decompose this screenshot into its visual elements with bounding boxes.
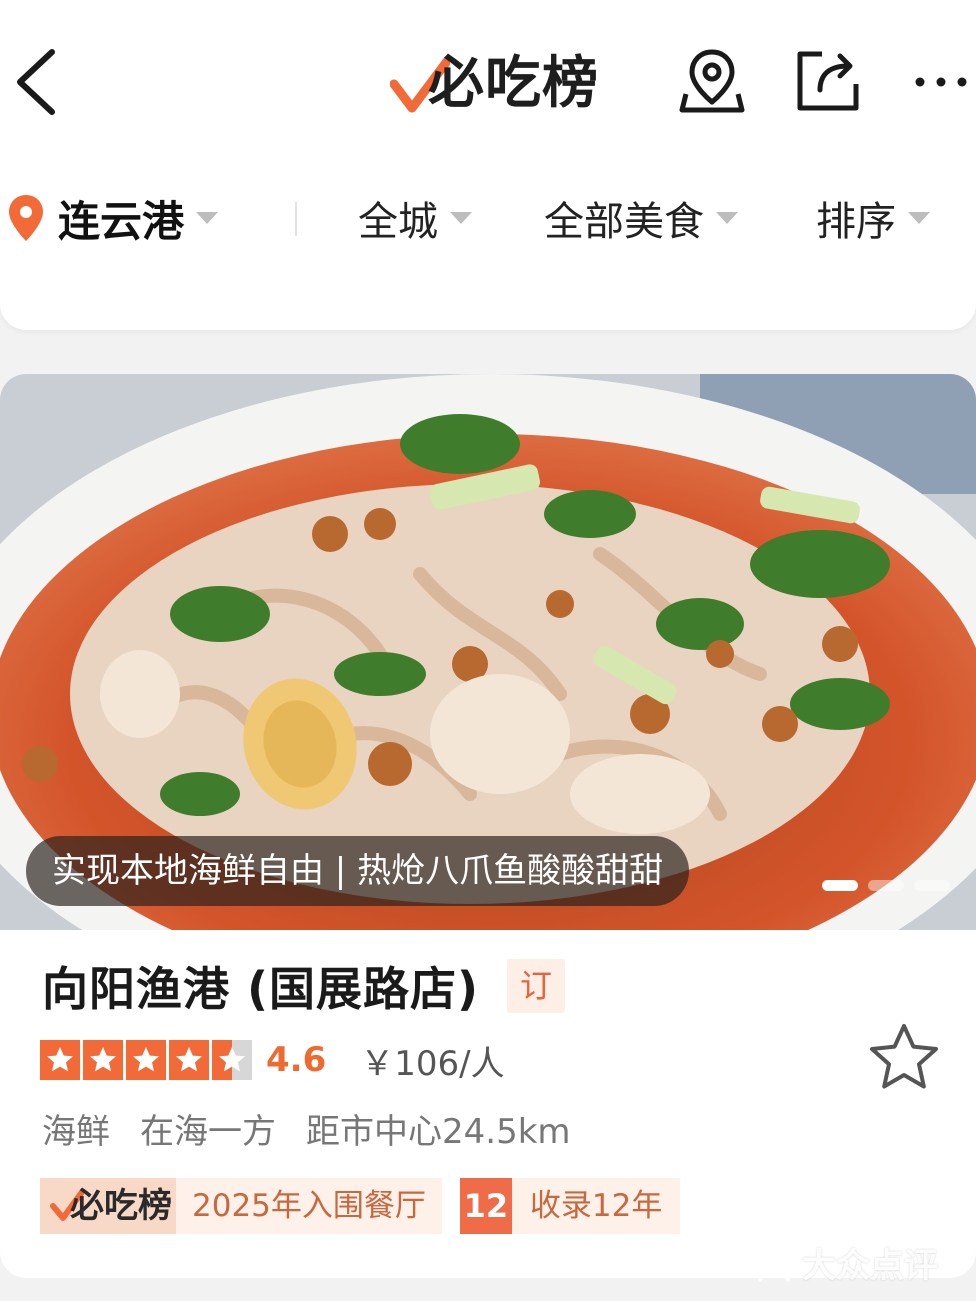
- city-label: 连云港: [58, 196, 185, 246]
- more-button[interactable]: [906, 44, 976, 116]
- star-rating: [40, 1040, 252, 1080]
- star-icon: [40, 1040, 80, 1080]
- dianping-watermark: 大众点评: [752, 1238, 938, 1286]
- distance-label: 距市中心24.5km: [306, 1111, 571, 1152]
- category-filter-label: 全部美食: [544, 199, 704, 245]
- filter-bar: 连云港 全城 全部美食 排序: [0, 180, 976, 256]
- filter-divider: [295, 202, 297, 236]
- rating-row: 4.6 ￥106/人: [40, 1038, 505, 1084]
- shop-name[interactable]: 向阳渔港 (国展路店): [42, 953, 479, 1019]
- page: 必吃榜 连云港 全城 全部美食 排序 实现本地海鲜自由 | 热炝八爪鱼酸酸甜甜 …: [0, 0, 976, 1301]
- chevron-left-icon: [17, 49, 55, 115]
- bichi-list-tag-logo-text: 必吃榜: [70, 1186, 172, 1226]
- sort-filter[interactable]: 排序: [816, 180, 930, 256]
- favorite-button[interactable]: [866, 1020, 942, 1096]
- area-filter[interactable]: 全城: [358, 180, 472, 256]
- back-button[interactable]: [8, 42, 68, 122]
- bichi-list-logo: 必吃榜: [390, 48, 600, 120]
- map-button[interactable]: [676, 44, 748, 116]
- years-tag: 12 收录12年: [459, 1178, 681, 1234]
- star-icon: [126, 1040, 166, 1080]
- star-outline-icon: [870, 1024, 938, 1089]
- photo-caption: 实现本地海鲜自由 | 热炝八爪鱼酸酸甜甜: [26, 836, 690, 906]
- reserve-badge: 订: [507, 959, 566, 1013]
- shop-photo[interactable]: 实现本地海鲜自由 | 热炝八爪鱼酸酸甜甜: [0, 374, 976, 930]
- price-per-person: ￥106/人: [360, 1043, 505, 1084]
- carousel-dot: [914, 880, 950, 891]
- more-icon: [915, 77, 967, 87]
- nav-bar: 必吃榜: [0, 20, 976, 140]
- star-icon: [169, 1040, 209, 1080]
- star-icon: [83, 1040, 123, 1080]
- area-filter-label: 全城: [358, 199, 438, 245]
- header: 必吃榜 连云港 全城 全部美食 排序: [0, 0, 976, 330]
- caret-down-icon: [450, 212, 472, 224]
- shop-meta: 海鲜 在海一方 距市中心24.5km: [42, 1104, 571, 1152]
- share-button[interactable]: [792, 44, 864, 116]
- bichi-list-tag-logo: 必吃榜: [40, 1178, 176, 1234]
- carousel-dot: [868, 880, 904, 891]
- bichi-list-tag-text: 2025年入围餐厅: [192, 1188, 426, 1224]
- caret-down-icon: [908, 212, 930, 224]
- years-text: 收录12年: [529, 1188, 663, 1224]
- share-icon: [797, 51, 859, 111]
- dianping-logo-icon: [758, 1244, 790, 1282]
- shop-name-row: 向阳渔港 (国展路店) 订: [42, 953, 566, 1019]
- city-selector[interactable]: 连云港: [6, 180, 219, 256]
- map-pin-icon: [679, 49, 745, 113]
- location-pin-icon: [9, 195, 43, 241]
- half-star-icon: [212, 1040, 252, 1080]
- watermark-text: 大众点评: [802, 1245, 938, 1286]
- cuisine-label: 海鲜: [42, 1111, 110, 1152]
- caret-down-icon: [716, 212, 738, 224]
- category-filter[interactable]: 全部美食: [544, 180, 738, 256]
- years-number: 12: [459, 1178, 512, 1234]
- caret-down-icon: [196, 212, 219, 224]
- carousel-dots: [822, 880, 950, 892]
- rating-value: 4.6: [266, 1040, 327, 1080]
- tag-row: 必吃榜 2025年入围餐厅 12 收录12年: [40, 1178, 681, 1234]
- logo-text: 必吃榜: [428, 51, 599, 116]
- carousel-dot-active: [822, 880, 858, 891]
- shop-card[interactable]: 实现本地海鲜自由 | 热炝八爪鱼酸酸甜甜 向阳渔港 (国展路店) 订 4.6 ￥…: [0, 374, 976, 1278]
- sort-filter-label: 排序: [816, 199, 896, 245]
- district-label: 在海一方: [140, 1111, 276, 1152]
- bichi-list-tag[interactable]: 必吃榜 2025年入围餐厅: [40, 1178, 442, 1234]
